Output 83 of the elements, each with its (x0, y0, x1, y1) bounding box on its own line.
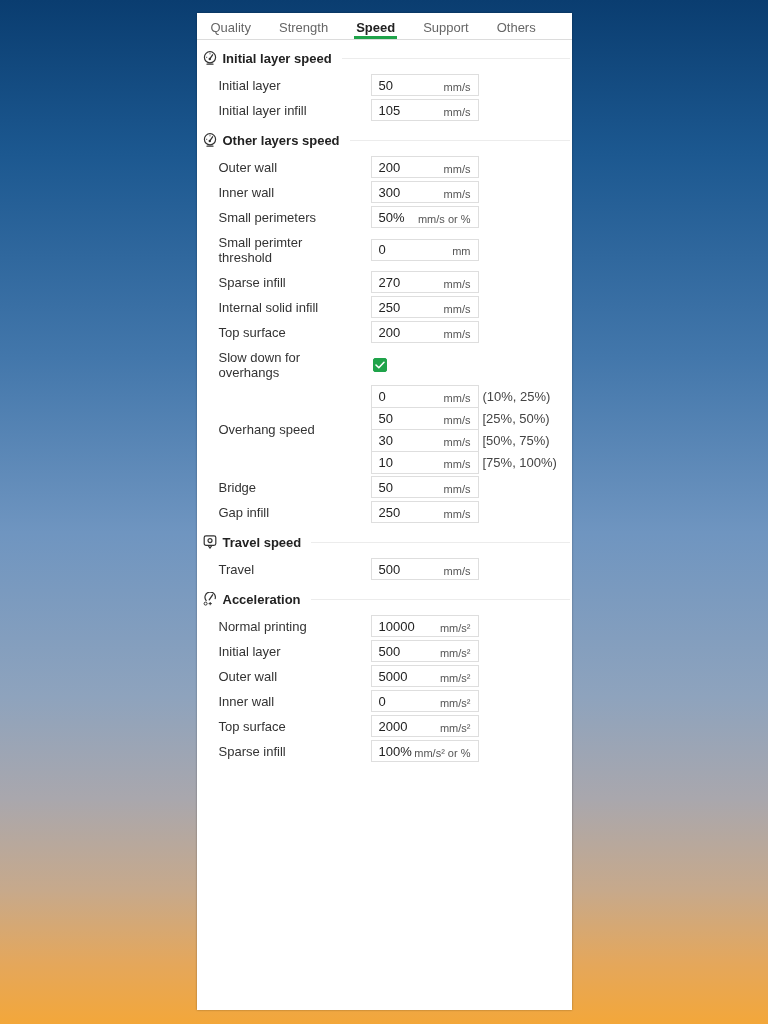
input-field[interactable]: 30 mm/s (370, 429, 479, 452)
input-field[interactable]: 5000 mm/s² (370, 665, 479, 687)
setting-label: Internal solid infill (218, 298, 320, 317)
setting-label: Outer wall (218, 667, 279, 686)
input-field[interactable]: 10 mm/s (370, 451, 479, 474)
setting-label: Normal printing (218, 617, 308, 636)
unit-label: mm/s (443, 162, 471, 175)
unit-label: mm/s or % (417, 212, 471, 225)
input-field[interactable]: 200 mm/s (370, 321, 479, 343)
setting-label: Sparse infill (218, 273, 287, 292)
input-field[interactable]: 300 mm/s (370, 181, 479, 203)
setting-label: Slow down for overhangs (218, 348, 302, 382)
unit-label: mm/s (443, 507, 471, 520)
unit-label: mm/s² (439, 696, 471, 709)
tab[interactable]: Others (494, 14, 538, 39)
input-field[interactable]: 50 mm/s (370, 407, 479, 430)
section-title: Other layers speed (222, 132, 340, 148)
range-label: [75%, 100%) (482, 455, 557, 470)
checkbox[interactable] (372, 357, 387, 372)
input-field[interactable]: 105 mm/s (370, 99, 479, 121)
unit-label: mm/s (443, 414, 471, 426)
input-field[interactable]: 10000 mm/s² (370, 615, 479, 637)
unit-label: mm/s (443, 436, 471, 448)
range-label: [50%, 75%) (482, 433, 550, 448)
unit-label: mm/s (443, 392, 471, 404)
setting-label: Initial layer infill (218, 101, 308, 120)
input-field[interactable]: 50% mm/s or % (370, 206, 479, 228)
unit-label: mm/s (443, 80, 471, 93)
tab[interactable]: Strength (276, 14, 331, 39)
check-icon (374, 360, 385, 369)
setting-label: Inner wall (218, 183, 276, 202)
input-field[interactable]: 50 mm/s (370, 476, 479, 498)
unit-label: mm (452, 245, 471, 257)
gauge-plus-icon (202, 592, 217, 606)
setting-label: Top surface (218, 717, 287, 736)
unit-label: mm/s (443, 187, 471, 200)
input-field[interactable]: 250 mm/s (370, 296, 479, 318)
input-field[interactable]: 270 mm/s (370, 271, 479, 293)
range-label: [25%, 50%) (482, 411, 550, 426)
tab[interactable]: Speed (354, 14, 398, 39)
setting-label: Initial layer (218, 76, 282, 95)
unit-label: mm/s² (439, 721, 471, 734)
setting-label: Small perimter threshold (218, 233, 304, 267)
setting-label: Travel (218, 560, 256, 579)
print-head-icon (202, 535, 217, 549)
input-field[interactable]: 500 mm/s (370, 558, 479, 580)
section-title: Initial layer speed (222, 50, 332, 66)
input-field[interactable]: 0 mm/s (370, 385, 479, 408)
unit-label: mm/s (443, 105, 471, 118)
setting-label: Initial layer (218, 642, 282, 661)
setting-label: Sparse infill (218, 742, 287, 761)
unit-label: mm/s (443, 327, 471, 340)
input-field[interactable]: 2000 mm/s² (370, 715, 479, 737)
input-field[interactable]: 200 mm/s (370, 156, 479, 178)
tab[interactable]: Support (421, 14, 471, 39)
section-title: Travel speed (222, 534, 302, 550)
unit-label: mm/s (443, 302, 471, 315)
unit-label: mm/s² (439, 621, 471, 634)
input-field[interactable]: 50 mm/s (370, 74, 479, 96)
range-label: (10%, 25%) (482, 389, 551, 404)
unit-label: mm/s² (439, 646, 471, 659)
unit-label: mm/s (443, 482, 471, 495)
unit-label: mm/s (443, 564, 471, 577)
input-field[interactable]: 250 mm/s (370, 501, 479, 523)
setting-label: Bridge (218, 478, 258, 497)
unit-label: mm/s² or % (414, 746, 471, 759)
setting-label: Small perimeters (218, 208, 318, 227)
section-title: Acceleration (222, 591, 301, 607)
setting-label: Inner wall (218, 692, 276, 711)
setting-label: Overhang speed (218, 421, 316, 439)
input-field[interactable]: 0 mm (370, 238, 479, 261)
gauge-icon (202, 51, 217, 65)
setting-label: Top surface (218, 323, 287, 342)
setting-label: Gap infill (218, 503, 271, 522)
unit-label: mm/s² (439, 671, 471, 684)
gauge-icon (202, 133, 217, 147)
unit-label: mm/s (443, 277, 471, 290)
input-field[interactable]: 0 mm/s² (370, 690, 479, 712)
input-field[interactable]: 500 mm/s² (370, 640, 479, 662)
tab[interactable]: Quality (208, 14, 253, 39)
setting-label: Outer wall (218, 158, 279, 177)
unit-label: mm/s (443, 458, 471, 470)
input-field[interactable]: 100% mm/s² or % (370, 740, 479, 762)
